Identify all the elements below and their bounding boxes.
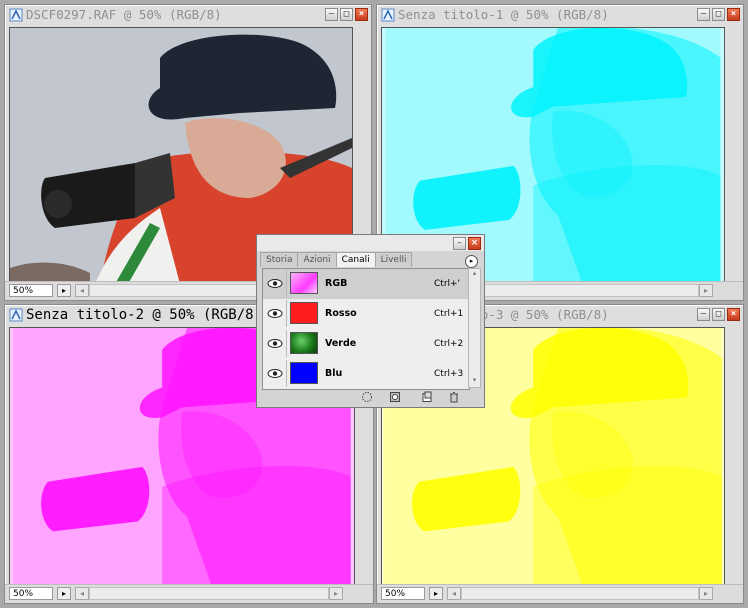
channel-row-rosso[interactable]: Rosso Ctrl+1 bbox=[263, 299, 469, 330]
scroll-right-button[interactable]: ▸ bbox=[699, 284, 713, 297]
window-title: Senza titolo-1 @ 50% (RGB/8) bbox=[398, 7, 609, 22]
zoom-field[interactable]: 50% bbox=[381, 587, 425, 600]
scroll-left-button[interactable]: ◂ bbox=[75, 284, 89, 297]
close-icon[interactable]: × bbox=[468, 237, 481, 250]
status-menu-button[interactable]: ▸ bbox=[429, 587, 443, 600]
tab-azioni[interactable]: Azioni bbox=[297, 252, 337, 267]
tab-livelli[interactable]: Livelli bbox=[374, 252, 413, 267]
visibility-eye-icon[interactable] bbox=[264, 330, 287, 357]
load-selection-icon[interactable] bbox=[361, 391, 373, 403]
channel-shortcut: Ctrl+3 bbox=[434, 369, 464, 379]
save-selection-icon[interactable] bbox=[389, 391, 401, 403]
window-title: Senza titolo-2 @ 50% (RGB/8) bbox=[26, 307, 263, 323]
channel-shortcut: Ctrl+2 bbox=[434, 339, 464, 349]
channel-row-blu[interactable]: Blu Ctrl+3 bbox=[263, 359, 469, 389]
zoom-field[interactable]: 50% bbox=[9, 587, 53, 600]
scroll-right-button[interactable]: ▸ bbox=[329, 587, 343, 600]
new-channel-icon[interactable] bbox=[421, 391, 433, 403]
zoom-field[interactable]: 50% bbox=[9, 284, 53, 297]
scroll-right-button[interactable]: ▸ bbox=[699, 587, 713, 600]
close-icon[interactable]: × bbox=[727, 8, 740, 21]
tab-storia[interactable]: Storia bbox=[260, 252, 299, 267]
close-icon[interactable]: × bbox=[727, 308, 740, 321]
minimize-icon[interactable]: – bbox=[325, 8, 338, 21]
horizontal-scrollbar[interactable] bbox=[461, 587, 699, 600]
title-bar[interactable]: DSCF0297.RAF @ 50% (RGB/8) – □ × bbox=[5, 5, 371, 25]
panel-footer bbox=[257, 389, 484, 407]
title-bar[interactable]: Senza titolo-1 @ 50% (RGB/8) – □ × bbox=[377, 5, 743, 25]
scroll-left-button[interactable]: ◂ bbox=[75, 587, 89, 600]
status-menu-button[interactable]: ▸ bbox=[57, 284, 71, 297]
visibility-eye-icon[interactable] bbox=[264, 300, 287, 327]
minimize-icon[interactable]: – bbox=[697, 308, 710, 321]
photoshop-document-icon bbox=[9, 8, 23, 22]
channel-thumbnail bbox=[290, 332, 318, 354]
channel-name: Rosso bbox=[325, 308, 357, 319]
status-bar: 50% ▸ ◂ ▸ bbox=[377, 584, 743, 603]
panel-menu-icon[interactable]: ▸ bbox=[465, 255, 478, 268]
channel-thumbnail bbox=[290, 302, 318, 324]
channel-name: Blu bbox=[325, 368, 343, 379]
channel-row-rgb[interactable]: RGB Ctrl+' bbox=[263, 269, 469, 300]
visibility-eye-icon[interactable] bbox=[264, 270, 287, 297]
channel-name: RGB bbox=[325, 278, 348, 289]
maximize-icon[interactable]: □ bbox=[340, 8, 353, 21]
photoshop-document-icon bbox=[381, 8, 395, 22]
channel-name: Verde bbox=[325, 338, 357, 349]
channel-thumbnail bbox=[290, 272, 318, 294]
photoshop-document-icon bbox=[9, 308, 23, 322]
channel-list: RGB Ctrl+' Rosso Ctrl+1 Verde Ctrl+2 Blu… bbox=[262, 268, 470, 390]
status-bar: 50% ▸ ◂ ▸ bbox=[5, 584, 373, 603]
horizontal-scrollbar[interactable] bbox=[461, 284, 699, 297]
channel-shortcut: Ctrl+1 bbox=[434, 309, 464, 319]
visibility-eye-icon[interactable] bbox=[264, 360, 287, 387]
minimize-icon[interactable]: – bbox=[697, 8, 710, 21]
channel-row-verde[interactable]: Verde Ctrl+2 bbox=[263, 329, 469, 360]
horizontal-scrollbar[interactable] bbox=[89, 587, 329, 600]
panel-header[interactable]: – × bbox=[257, 235, 484, 251]
channel-thumbnail bbox=[290, 362, 318, 384]
scroll-up-icon[interactable]: ▴ bbox=[469, 269, 480, 280]
maximize-icon[interactable]: □ bbox=[712, 8, 725, 21]
trash-icon[interactable] bbox=[448, 391, 460, 403]
channel-shortcut: Ctrl+' bbox=[434, 279, 461, 289]
panel-tabs: Storia Azioni Canali Livelli bbox=[260, 252, 413, 267]
status-menu-button[interactable]: ▸ bbox=[57, 587, 71, 600]
tab-canali[interactable]: Canali bbox=[335, 252, 376, 267]
scroll-down-icon[interactable]: ▾ bbox=[469, 376, 480, 387]
maximize-icon[interactable]: □ bbox=[712, 308, 725, 321]
channels-panel[interactable]: – × Storia Azioni Canali Livelli ▸ RGB C… bbox=[256, 234, 485, 408]
window-title: DSCF0297.RAF @ 50% (RGB/8) bbox=[26, 7, 222, 22]
minimize-icon[interactable]: – bbox=[453, 237, 466, 250]
scroll-left-button[interactable]: ◂ bbox=[447, 587, 461, 600]
channel-list-scrollbar[interactable]: ▴ ▾ bbox=[468, 268, 481, 388]
close-icon[interactable]: × bbox=[355, 8, 368, 21]
